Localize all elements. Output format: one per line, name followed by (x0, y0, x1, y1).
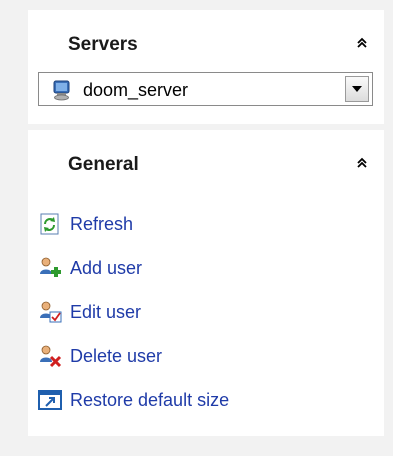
servers-panel: Servers doom_server (28, 10, 384, 124)
edit-user-icon (38, 300, 62, 324)
server-select-dropdown-button[interactable] (345, 76, 369, 102)
collapse-servers-icon[interactable] (354, 35, 370, 51)
general-panel-title: General (68, 154, 139, 175)
delete-user-icon (38, 344, 62, 368)
refresh-label: Refresh (70, 214, 134, 234)
edit-user-label: Edit user (70, 302, 142, 322)
restore-default-size-label: Restore default size (70, 390, 230, 410)
restore-size-icon (38, 388, 62, 412)
server-select[interactable]: doom_server (38, 72, 373, 106)
add-user-icon (38, 256, 62, 280)
servers-panel-title: Servers (68, 34, 138, 55)
general-panel: General Refresh Add user Edit user Delet… (28, 130, 384, 436)
refresh-icon (38, 212, 62, 236)
add-user-label: Add user (70, 258, 143, 278)
server-icon (51, 79, 73, 101)
servers-panel-header[interactable]: Servers (28, 10, 384, 68)
chevron-down-icon (352, 86, 362, 92)
general-panel-header[interactable]: General (28, 130, 384, 188)
collapse-general-icon[interactable] (354, 155, 370, 171)
delete-user-label: Delete user (70, 346, 163, 366)
server-select-value: doom_server (83, 80, 189, 100)
